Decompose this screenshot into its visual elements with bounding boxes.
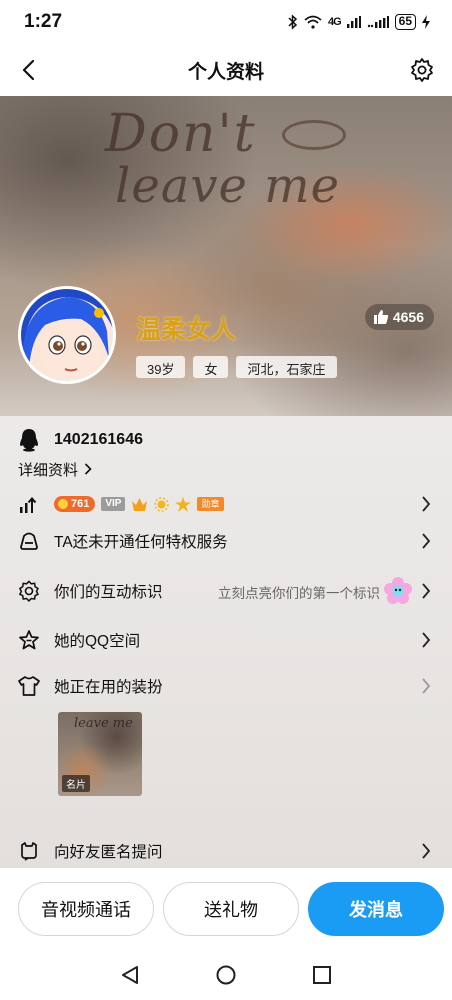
privilege-row[interactable]: TA还未开通任何特权服务 bbox=[0, 521, 452, 561]
location-tag: 河北，石家庄 bbox=[236, 356, 337, 378]
crown-coin-icon bbox=[58, 499, 68, 509]
privilege-label: TA还未开通任何特权服务 bbox=[54, 534, 228, 551]
interaction-hint: 立刻点亮你们的第一个标识 bbox=[218, 586, 380, 601]
card-thumbnail-text: leave me bbox=[74, 716, 133, 731]
bluetooth-icon bbox=[288, 14, 298, 30]
wifi-icon bbox=[304, 15, 322, 29]
nickname: 温柔女人 bbox=[136, 316, 237, 344]
signal-icon bbox=[346, 16, 361, 28]
detail-info-label: 详细资料 bbox=[18, 461, 79, 479]
avatar[interactable] bbox=[18, 286, 116, 384]
nav-back-icon[interactable] bbox=[119, 964, 141, 986]
chevron-right-icon bbox=[422, 632, 431, 648]
nav-recents-icon[interactable] bbox=[311, 964, 333, 986]
signal-icon-2 bbox=[367, 16, 389, 28]
anon-question-row[interactable]: 向好友匿名提问 bbox=[0, 831, 452, 871]
gender-tag: 女 bbox=[193, 356, 229, 378]
anon-question-icon bbox=[21, 842, 37, 861]
page-title: 个人资料 bbox=[187, 61, 264, 83]
interaction-badge-icon bbox=[18, 580, 39, 602]
flower-badge-icon bbox=[384, 577, 412, 604]
crown-icon bbox=[132, 497, 148, 511]
penguin-icon bbox=[20, 429, 38, 452]
profile-cover[interactable]: Don't leave me 温柔女人 39岁 女 河北，石家庄 4656 bbox=[0, 96, 452, 416]
qzone-star-icon bbox=[19, 630, 39, 650]
send-gift-button[interactable]: 送礼物 bbox=[163, 882, 299, 936]
privilege-icon bbox=[20, 532, 38, 550]
sun-icon bbox=[154, 496, 170, 512]
send-message-button[interactable]: 发消息 bbox=[308, 882, 444, 936]
status-time: 1:27 bbox=[24, 11, 63, 32]
charging-icon bbox=[422, 15, 430, 29]
settings-icon[interactable] bbox=[408, 56, 436, 84]
interaction-badge-row[interactable]: 你们的互动标识 立刻点亮你们的第一个标识 bbox=[0, 571, 452, 611]
level-up-icon bbox=[20, 496, 37, 513]
cover-text-line2: leave me bbox=[115, 158, 341, 214]
nav-home-icon[interactable] bbox=[215, 964, 237, 986]
card-label: 名片 bbox=[62, 775, 90, 792]
like-button[interactable]: 4656 bbox=[364, 304, 434, 330]
avatar-illustration bbox=[21, 289, 113, 381]
detail-info-link[interactable]: 详细资料 bbox=[18, 458, 92, 480]
chevron-right-icon bbox=[84, 463, 92, 475]
name-card-thumbnail[interactable]: leave me 名片 bbox=[58, 712, 142, 796]
video-call-button[interactable]: 音视频通话 bbox=[18, 882, 154, 936]
anon-question-label: 向好友匿名提问 bbox=[54, 844, 163, 861]
chevron-right-icon bbox=[422, 843, 431, 859]
outfit-row[interactable]: 她正在用的装扮 bbox=[0, 666, 452, 706]
thumbs-up-icon bbox=[373, 310, 388, 324]
qq-number-row: 1402161646 bbox=[18, 424, 143, 456]
like-count: 4656 bbox=[392, 309, 424, 325]
level-badges: 761 VIP 勋章 bbox=[54, 496, 224, 512]
network-type: 4G bbox=[327, 16, 342, 28]
profile-details: 1402161646 详细资料 761 VIP 勋章 TA还未开通任何特权服务 … bbox=[0, 416, 452, 868]
age-tag: 39岁 bbox=[136, 356, 186, 378]
profile-tags: 39岁 女 河北，石家庄 bbox=[136, 356, 337, 378]
status-bar: 1:27 4G 65 bbox=[0, 0, 452, 44]
qq-level-badge: 761 bbox=[54, 496, 96, 512]
interaction-label: 你们的互动标识 bbox=[54, 584, 163, 601]
qzone-label: 她的QQ空间 bbox=[54, 633, 141, 650]
back-icon[interactable] bbox=[16, 56, 44, 84]
chevron-right-icon bbox=[422, 496, 431, 512]
chevron-right-icon bbox=[422, 583, 431, 599]
chevron-right-icon bbox=[422, 533, 431, 549]
action-bar: 音视频通话 送礼物 发消息 bbox=[0, 868, 452, 950]
chevron-right-icon bbox=[422, 678, 431, 694]
star-icon bbox=[175, 496, 192, 512]
qzone-row[interactable]: 她的QQ空间 bbox=[0, 620, 452, 660]
medal-badge: 勋章 bbox=[197, 497, 224, 511]
status-icons: 4G 65 bbox=[288, 14, 430, 30]
qq-level-value: 761 bbox=[71, 498, 90, 510]
page-header: 个人资料 bbox=[0, 44, 452, 96]
tshirt-icon bbox=[18, 676, 40, 696]
outfit-label: 她正在用的装扮 bbox=[54, 679, 163, 696]
system-nav-bar bbox=[0, 950, 452, 1000]
level-row[interactable]: 761 VIP 勋章 bbox=[0, 484, 452, 524]
cover-lips-drawing bbox=[282, 120, 346, 150]
battery-indicator: 65 bbox=[394, 14, 416, 30]
vip-badge: VIP bbox=[101, 497, 126, 511]
qq-number: 1402161646 bbox=[54, 431, 143, 448]
